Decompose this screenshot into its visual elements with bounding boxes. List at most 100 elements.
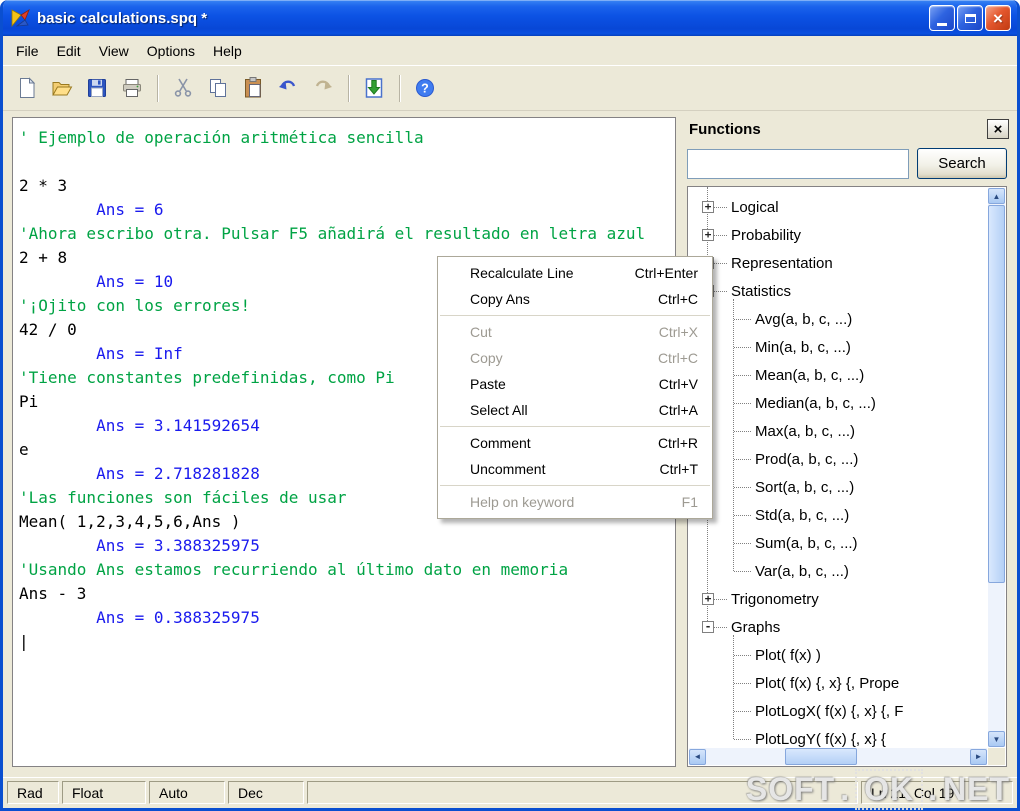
functions-close-button[interactable]: ×: [987, 119, 1009, 139]
menu-item-options[interactable]: Options: [138, 38, 204, 64]
vertical-scrollbar[interactable]: ▲ ▼: [988, 188, 1005, 747]
menu-item-view[interactable]: View: [90, 38, 138, 64]
menu-item-file[interactable]: File: [7, 38, 48, 64]
collapse-icon[interactable]: -: [702, 621, 714, 633]
editor-line: Ans = 6: [19, 200, 164, 219]
tree-connector: [734, 710, 751, 712]
paste-button[interactable]: [237, 72, 269, 104]
horizontal-scroll-thumb[interactable]: [785, 748, 857, 765]
menu-item-label: Copy Ans: [470, 291, 530, 307]
menu-separator: [440, 485, 710, 486]
menu-item-label: Recalculate Line: [470, 265, 574, 281]
close-button[interactable]: ×: [985, 5, 1011, 31]
editor-line: 2 * 3: [19, 176, 68, 195]
scroll-right-button[interactable]: ►: [970, 748, 987, 765]
tree-connector: [714, 598, 727, 600]
tree-content: + Logical + Probability + Representation: [688, 187, 988, 748]
context-menu-item-cut[interactable]: Cut Ctrl+X: [438, 319, 712, 345]
horizontal-scrollbar[interactable]: ◄ ►: [689, 748, 987, 765]
expand-icon[interactable]: +: [702, 229, 714, 241]
tree-item-label: Sum(a, b, c, ...): [755, 534, 858, 552]
context-menu-item-copy-ans[interactable]: Copy Ans Ctrl+C: [438, 286, 712, 312]
right-arrow-icon: ►: [974, 752, 983, 761]
save-icon: [88, 79, 106, 97]
status-panel-precision: Auto: [149, 781, 225, 804]
save-button[interactable]: [81, 72, 113, 104]
tree-connector: [734, 318, 751, 320]
cut-button[interactable]: [167, 72, 199, 104]
scroll-up-button[interactable]: ▲: [988, 188, 1005, 204]
tree-item-label: Max(a, b, c, ...): [755, 422, 856, 440]
context-menu-item-uncomment[interactable]: Uncomment Ctrl+T: [438, 456, 712, 482]
insert-ans-button[interactable]: [358, 72, 390, 104]
watermark-dot: .: [928, 771, 938, 807]
vertical-scroll-thumb[interactable]: [988, 205, 1005, 583]
function-search-input[interactable]: [687, 148, 909, 179]
context-menu-item-paste[interactable]: Paste Ctrl+V: [438, 371, 712, 397]
tree-item-label: Avg(a, b, c, ...): [755, 310, 853, 328]
client-area: ' Ejemplo de operación aritmética sencil…: [3, 111, 1017, 777]
menu-item-shortcut: Ctrl+T: [659, 461, 699, 477]
tree-connector: [714, 626, 727, 628]
tree-item-label: Median(a, b, c, ...): [755, 394, 876, 412]
editor-line: |: [19, 630, 669, 654]
redo-icon: [315, 80, 332, 90]
toolbar-separator: [157, 74, 158, 102]
menu-item-edit[interactable]: Edit: [48, 38, 90, 64]
down-arrow-icon: ▼: [992, 734, 1001, 744]
tree-item-trigonometry[interactable]: + Trigonometry: [688, 585, 988, 613]
help-button[interactable]: ?: [409, 72, 441, 104]
maximize-button[interactable]: [957, 5, 983, 31]
title-bar[interactable]: basic calculations.spq * ×: [3, 0, 1017, 36]
toolbar: ?: [3, 65, 1017, 111]
menu-item-shortcut: Ctrl+C: [657, 291, 698, 307]
tree-item-probability[interactable]: + Probability: [688, 221, 988, 249]
context-menu-item-copy[interactable]: Copy Ctrl+C: [438, 345, 712, 371]
undo-icon: [279, 80, 296, 90]
window-title: basic calculations.spq *: [37, 9, 208, 27]
search-button[interactable]: Search: [917, 148, 1007, 179]
expand-icon[interactable]: +: [702, 593, 714, 605]
context-menu-item-help-on-keyword[interactable]: Help on keyword F1: [438, 489, 712, 515]
editor-line: 'Usando Ans estamos recurriendo al últim…: [19, 560, 569, 579]
watermark-text: NET: [943, 771, 1010, 807]
expand-icon[interactable]: +: [702, 201, 714, 213]
context-menu-item-select-all[interactable]: Select All Ctrl+A: [438, 397, 712, 423]
tree-item-representation[interactable]: + Representation: [688, 249, 988, 277]
copy-button[interactable]: [202, 72, 234, 104]
print-button[interactable]: [116, 72, 148, 104]
close-icon: ×: [993, 8, 1003, 28]
watermark-dot: .: [840, 771, 851, 807]
menu-item-help[interactable]: Help: [204, 38, 251, 64]
scroll-left-button[interactable]: ◄: [689, 748, 706, 765]
menu-item-label: Select All: [470, 402, 528, 418]
menu-item-shortcut: Ctrl+A: [658, 402, 698, 418]
context-menu-item-comment[interactable]: Comment Ctrl+R: [438, 430, 712, 456]
maximize-icon: [964, 13, 976, 23]
editor-line: 'Ahora escribo otra. Pulsar F5 añadirá e…: [19, 224, 646, 243]
tree-connector: [734, 346, 751, 348]
minimize-button[interactable]: [929, 5, 955, 31]
functions-tree: + Logical + Probability + Representation: [687, 186, 1007, 767]
open-button[interactable]: [46, 72, 78, 104]
new-button[interactable]: [11, 72, 43, 104]
watermark-ok-box: OK: [855, 769, 924, 810]
redo-button[interactable]: [307, 72, 339, 104]
tree-connector: [714, 206, 727, 208]
tree-connector: [733, 299, 734, 571]
menu-separator: [440, 315, 710, 316]
menu-item-shortcut: Ctrl+R: [657, 435, 698, 451]
context-menu-item-recalculate-line[interactable]: Recalculate Line Ctrl+Enter: [438, 260, 712, 286]
tree-item-logical[interactable]: + Logical: [688, 193, 988, 221]
menu-item-shortcut: Ctrl+Enter: [634, 265, 698, 281]
tree-item-label: Mean(a, b, c, ...): [755, 366, 865, 384]
menu-item-shortcut: Ctrl+V: [658, 376, 698, 392]
tree-item-label: PlotLogY( f(x) {, x} {: [755, 730, 886, 748]
scroll-down-button[interactable]: ▼: [988, 731, 1005, 747]
editor-line: Ans = 3.388325975: [19, 536, 260, 555]
undo-button[interactable]: [272, 72, 304, 104]
copy-icon: [210, 79, 226, 97]
functions-panel: Functions × Search + Logical + Probabili…: [681, 113, 1013, 771]
tree-item-label: Graphs: [731, 618, 781, 636]
